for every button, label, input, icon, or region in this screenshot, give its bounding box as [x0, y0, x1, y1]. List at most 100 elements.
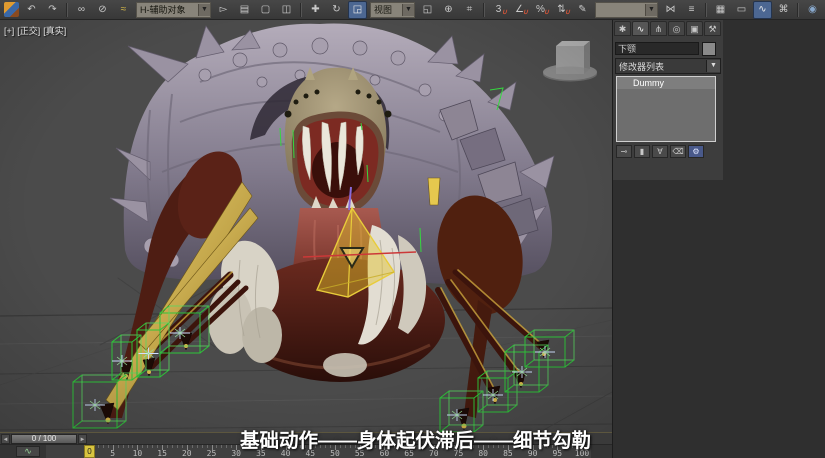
angle-snap-toggle[interactable]: ∠∪ — [510, 1, 529, 19]
ruler-tick-label: 20 — [182, 449, 192, 458]
chevron-down-icon[interactable]: ▼ — [706, 60, 720, 72]
tab-create[interactable]: ✱ — [614, 21, 631, 36]
select-by-name-button[interactable]: ▤ — [235, 1, 254, 19]
viewport-pov-menu[interactable]: [正交] — [17, 26, 40, 36]
tab-hierarchy[interactable]: ⋔ — [650, 21, 667, 36]
chevron-down-icon[interactable]: ▼ — [402, 4, 414, 16]
viewport-label: [+][正交][真实] — [4, 24, 69, 37]
current-frame-marker[interactable]: 0 — [84, 445, 95, 458]
select-and-move-button[interactable]: ✚ — [306, 1, 325, 19]
window-crossing-toggle[interactable]: ◫ — [277, 1, 296, 19]
selection-filter-dropdown[interactable]: H-辅助对象▼ — [136, 2, 211, 18]
magnet-icon: ∪ — [502, 5, 507, 20]
magnet-icon: ∪ — [523, 5, 528, 20]
schematic-view-button[interactable]: ⌘ — [774, 1, 793, 19]
ruler-tick — [172, 445, 173, 448]
object-color-swatch[interactable] — [702, 42, 716, 56]
ruler-tick — [226, 445, 227, 448]
graphite-ribbon-toggle[interactable]: ▭ — [732, 1, 751, 19]
previous-frame-button[interactable]: ◄ — [1, 434, 10, 444]
command-panel: ✱∿⋔◎▣⚒ 修改器列表 ▼ Dummy ⊸▮∀⌫⚙ — [612, 20, 825, 458]
spinner-snap-toggle[interactable]: ⇅∪ — [552, 1, 571, 19]
edit-named-selection-sets-button[interactable]: ✎ — [573, 1, 592, 19]
keyboard-override-toggle[interactable]: ⌗ — [460, 1, 479, 19]
align-button[interactable]: ≡ — [682, 1, 701, 19]
select-and-manipulate-button[interactable]: ⊕ — [439, 1, 458, 19]
ruler-tick — [152, 445, 153, 448]
tab-modify[interactable]: ∿ — [632, 21, 649, 36]
reference-coordinate-dropdown[interactable]: 视图▼ — [370, 2, 415, 18]
percent-snap-toggle[interactable]: %∪ — [531, 1, 550, 19]
make-unique-button[interactable]: ∀ — [652, 145, 668, 158]
app-logo-icon — [4, 2, 19, 17]
bind-to-space-warp-button[interactable]: ≈ — [114, 1, 133, 19]
tab-utilities[interactable]: ⚒ — [704, 21, 721, 36]
viewport[interactable]: [+][正交][真实] — [0, 20, 612, 432]
unlink-selection-button[interactable]: ⊘ — [93, 1, 112, 19]
viewport-shading-menu[interactable]: [真实] — [43, 26, 66, 36]
ruler-tick — [98, 445, 99, 448]
viewport-canvas[interactable] — [0, 20, 612, 432]
toolbar-separator — [797, 3, 799, 17]
time-slider-handle[interactable]: 0 / 100 — [11, 434, 77, 444]
modifier-list-label: 修改器列表 — [616, 60, 706, 73]
command-panel-column: ✱∿⋔◎▣⚒ 修改器列表 ▼ Dummy ⊸▮∀⌫⚙ — [613, 20, 723, 180]
ruler-tick — [177, 445, 178, 448]
modifier-list-dropdown[interactable]: 修改器列表 ▼ — [615, 58, 721, 74]
ruler-tick — [108, 445, 109, 448]
show-end-result-toggle[interactable]: ▮ — [634, 145, 650, 158]
select-and-scale-button[interactable]: ◲ — [348, 1, 367, 19]
ruler-tick — [147, 445, 148, 448]
ruler-tick — [118, 445, 119, 448]
select-object-button[interactable]: ▻ — [214, 1, 233, 19]
mini-curve-editor-button[interactable]: ∿ — [16, 446, 40, 457]
configure-modifier-sets-button[interactable]: ⚙ — [688, 145, 704, 158]
rectangular-selection-region-button[interactable]: ▢ — [256, 1, 275, 19]
3ds-max-window: ↶↷∞⊘≈H-辅助对象▼▻▤▢◫✚↻◲视图▼◱⊕⌗3∪∠∪%∪⇅∪✎▼⋈≡▦▭∿… — [0, 0, 825, 458]
toolbar-separator — [66, 3, 68, 17]
magnet-icon: ∪ — [544, 5, 549, 20]
chevron-down-icon[interactable]: ▼ — [645, 4, 657, 16]
use-pivot-point-button[interactable]: ◱ — [418, 1, 437, 19]
subtitle-overlay: 基础动作——身体起伏滞后——细节勾勒 — [240, 424, 591, 453]
redo-button[interactable]: ↷ — [43, 1, 62, 19]
modifier-stack-list[interactable]: Dummy — [616, 76, 716, 142]
command-panel-tabs: ✱∿⋔◎▣⚒ — [613, 20, 723, 38]
tab-motion[interactable]: ◎ — [668, 21, 685, 36]
remove-modifier-button[interactable]: ⌫ — [670, 145, 686, 158]
ruler-tick-label: 25 — [207, 449, 217, 458]
modifier-stack-toolbar: ⊸▮∀⌫⚙ — [616, 145, 723, 158]
viewport-general-menu[interactable]: [+] — [4, 26, 14, 36]
ruler-tick — [202, 445, 203, 448]
ruler-tick — [132, 445, 133, 448]
ruler-tick — [216, 445, 217, 448]
snap-toggle-3d[interactable]: 3∪ — [489, 1, 508, 19]
object-name-field[interactable] — [615, 42, 699, 55]
ruler-tick — [157, 445, 158, 448]
toolbar-separator — [483, 3, 485, 17]
chevron-down-icon[interactable]: ▼ — [198, 4, 210, 16]
tab-display[interactable]: ▣ — [686, 21, 703, 36]
ruler-tick — [167, 445, 168, 448]
layer-manager-button[interactable]: ▦ — [711, 1, 730, 19]
ruler-tick — [192, 445, 193, 448]
ruler-tick — [221, 445, 222, 448]
curve-editor-button[interactable]: ∿ — [753, 1, 772, 19]
named-selection-sets-dropdown[interactable]: ▼ — [595, 2, 658, 18]
material-editor-button[interactable]: ◉ — [803, 1, 822, 19]
ruler-tick-label: 5 — [110, 449, 115, 458]
selection-filter-dropdown-value: H-辅助对象 — [140, 3, 195, 16]
mirror-button[interactable]: ⋈ — [661, 1, 680, 19]
select-and-rotate-button[interactable]: ↻ — [327, 1, 346, 19]
ruler-tick — [182, 445, 183, 448]
next-frame-button[interactable]: ► — [78, 434, 87, 444]
modifier-stack-item[interactable]: Dummy — [617, 77, 715, 89]
ruler-tick-label: 15 — [157, 449, 167, 458]
select-and-link-button[interactable]: ∞ — [72, 1, 91, 19]
ruler-tick — [103, 445, 104, 448]
ruler-tick — [207, 445, 208, 448]
main-toolbar: ↶↷∞⊘≈H-辅助对象▼▻▤▢◫✚↻◲视图▼◱⊕⌗3∪∠∪%∪⇅∪✎▼⋈≡▦▭∿… — [0, 0, 825, 20]
ruler-tick — [231, 445, 232, 448]
undo-button[interactable]: ↶ — [22, 1, 41, 19]
pin-stack-button[interactable]: ⊸ — [616, 145, 632, 158]
